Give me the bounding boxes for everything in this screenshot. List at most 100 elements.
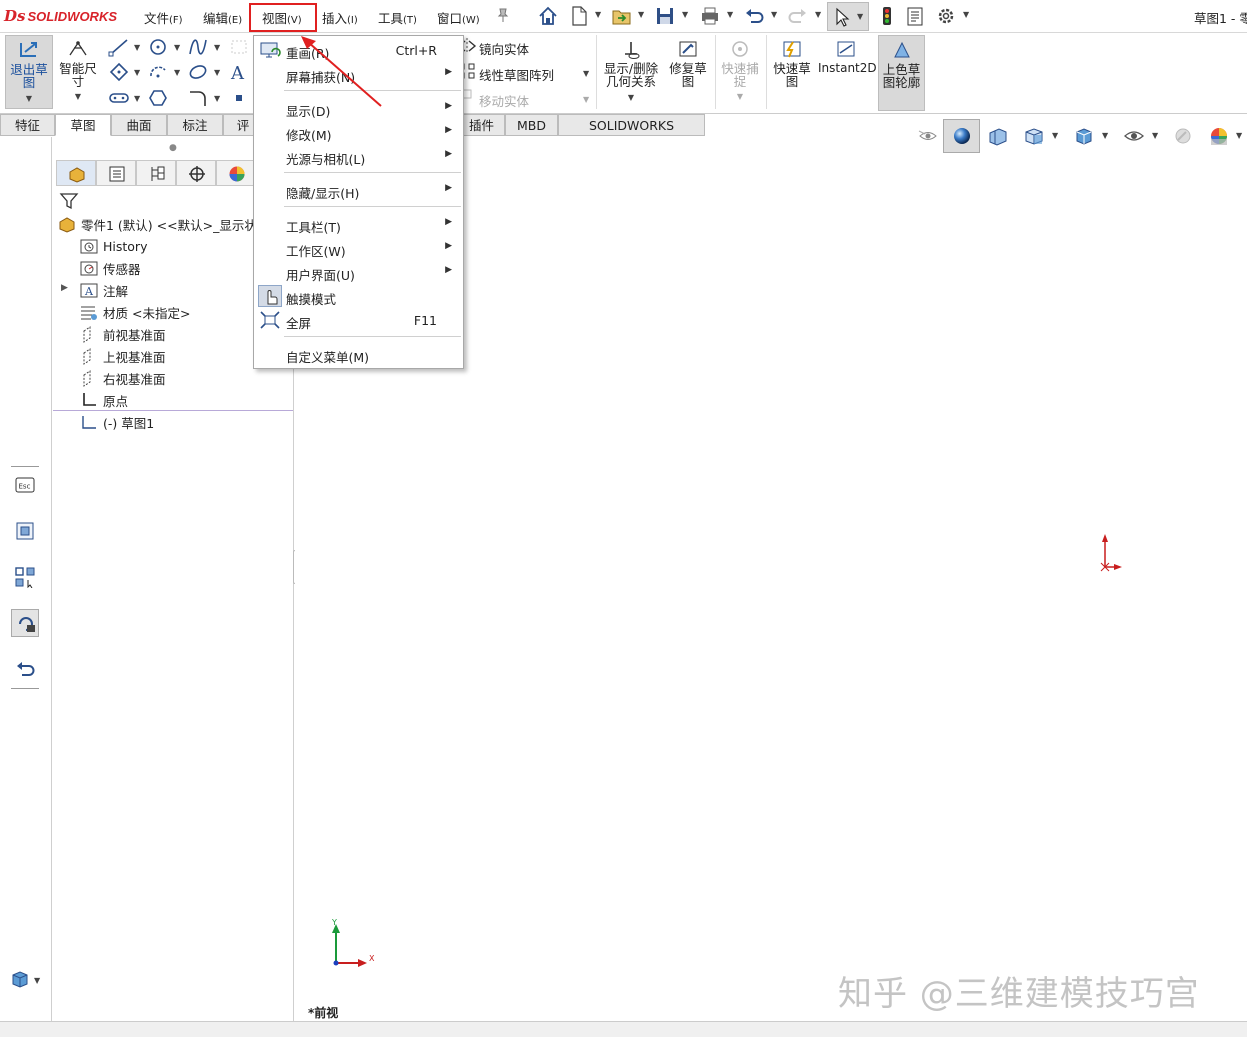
- menu-window[interactable]: 窗口(W): [437, 8, 480, 27]
- view-menu-modify[interactable]: 修改(M) ▶: [254, 121, 463, 143]
- disabled-tool-icon[interactable]: [228, 37, 250, 57]
- propertymanager-tab[interactable]: [96, 160, 136, 186]
- linear-pattern-label[interactable]: 线性草图阵列: [479, 65, 554, 84]
- smart-dimension-button[interactable]: 智能尺寸 ▼: [57, 35, 99, 109]
- tab-addins[interactable]: 插件: [458, 114, 505, 136]
- edit-appearance-icon[interactable]: [1172, 126, 1194, 146]
- repair-sketch-button[interactable]: 修复草图: [666, 35, 710, 109]
- section-view-icon[interactable]: [987, 126, 1009, 146]
- display-style-button[interactable]: [943, 119, 980, 153]
- arc-icon[interactable]: [147, 62, 169, 82]
- ellipse-dropdown-icon[interactable]: ▼: [214, 68, 220, 77]
- menu-insert[interactable]: 插入(I): [322, 8, 358, 27]
- view-menu-touch-mode[interactable]: 触摸模式: [254, 285, 463, 307]
- tree-item-origin[interactable]: 原点: [79, 390, 128, 410]
- circle-dropdown-icon[interactable]: ▼: [174, 43, 180, 52]
- tree-root-part[interactable]: 零件1 (默认) <<默认>_显示状态: [57, 214, 269, 234]
- undo-view-icon[interactable]: [14, 658, 36, 680]
- esc-key-icon[interactable]: Esc: [14, 474, 36, 496]
- view-selector-icon[interactable]: [14, 566, 36, 588]
- tab-solidworks-inspection[interactable]: SOLIDWORKS Inspection: [558, 114, 705, 154]
- tree-item-sketch1[interactable]: (-) 草图1: [79, 412, 154, 432]
- hide-show-eye-small-icon[interactable]: [918, 127, 938, 145]
- menu-tools[interactable]: 工具(T): [378, 8, 417, 27]
- options-gear-icon[interactable]: [935, 5, 957, 27]
- displaymanager-tab[interactable]: [216, 160, 256, 186]
- undo-icon[interactable]: [743, 5, 765, 27]
- tree-item-history[interactable]: History: [79, 236, 147, 256]
- filter-icon[interactable]: [59, 191, 79, 211]
- view-menu-hide-show[interactable]: 隐藏/显示(H) ▶: [254, 179, 463, 201]
- view-menu-toolbars[interactable]: 工具栏(T) ▶: [254, 213, 463, 235]
- view-menu-lights-cameras[interactable]: 光源与相机(L) ▶: [254, 145, 463, 167]
- menu-file[interactable]: 文件(F): [144, 8, 183, 27]
- hide-show-dropdown-icon[interactable]: ▼: [1152, 131, 1158, 140]
- rectangle-icon[interactable]: [108, 62, 130, 82]
- tree-item-top-plane[interactable]: 上视基准面: [79, 346, 166, 366]
- view-menu-user-interface[interactable]: 用户界面(U) ▶: [254, 261, 463, 283]
- text-icon[interactable]: A: [228, 62, 250, 82]
- circle-icon[interactable]: [147, 37, 169, 57]
- slot-icon[interactable]: [108, 88, 130, 108]
- featuremanager-tab[interactable]: [56, 160, 96, 186]
- spline-icon[interactable]: [187, 37, 209, 57]
- rollback-bar[interactable]: [53, 410, 293, 411]
- polygon-icon[interactable]: [147, 88, 169, 108]
- normal-to-view-icon[interactable]: [14, 520, 36, 542]
- tab-sketch[interactable]: 草图: [55, 114, 111, 136]
- view-cube-dropdown-icon[interactable]: ▼: [34, 976, 40, 985]
- tab-markup[interactable]: 标注: [167, 114, 223, 136]
- save-icon[interactable]: [654, 5, 676, 27]
- undo-dropdown-icon[interactable]: ▼: [771, 10, 777, 19]
- arc-dropdown-icon[interactable]: ▼: [174, 68, 180, 77]
- view-menu-workspace[interactable]: 工作区(W) ▶: [254, 237, 463, 259]
- quick-snaps-button[interactable]: 快速捕捉 ▼: [719, 35, 761, 109]
- move-entities-dropdown-icon[interactable]: ▼: [583, 95, 589, 104]
- expand-arrow-icon[interactable]: ▶: [61, 283, 68, 293]
- view-orientation-icon[interactable]: [1023, 126, 1045, 146]
- redo-icon[interactable]: [787, 5, 809, 27]
- linear-pattern-dropdown-icon[interactable]: ▼: [583, 69, 589, 78]
- sketch-fillet-icon[interactable]: [187, 88, 209, 108]
- ellipse-icon[interactable]: [187, 62, 209, 82]
- menu-edit[interactable]: 编辑(E): [203, 8, 242, 27]
- sketch-fillet-dropdown-icon[interactable]: ▼: [214, 94, 220, 103]
- save-dropdown-icon[interactable]: ▼: [682, 10, 688, 19]
- hide-show-items-icon[interactable]: [1123, 126, 1145, 146]
- rectangle-dropdown-icon[interactable]: ▼: [134, 68, 140, 77]
- move-entities-label[interactable]: 移动实体: [479, 91, 529, 110]
- mirror-entities-label[interactable]: 镜向实体: [479, 39, 529, 58]
- point-icon[interactable]: [228, 88, 250, 108]
- spline-dropdown-icon[interactable]: ▼: [214, 43, 220, 52]
- shaded-sketch-contours-button[interactable]: 上色草图轮廓: [878, 35, 925, 111]
- open-dropdown-icon[interactable]: ▼: [638, 10, 644, 19]
- apply-scene-dropdown-icon[interactable]: ▼: [1236, 131, 1242, 140]
- new-document-icon[interactable]: [568, 5, 590, 27]
- new-dropdown-icon[interactable]: ▼: [595, 10, 601, 19]
- tree-item-annotations[interactable]: A 注解: [79, 280, 128, 300]
- print-dropdown-icon[interactable]: ▼: [727, 10, 733, 19]
- configurationmanager-tab[interactable]: [136, 160, 176, 186]
- rapid-sketch-button[interactable]: 快速草图: [770, 35, 814, 109]
- rotate-lock-button[interactable]: [11, 609, 39, 637]
- sketch-origin-icon[interactable]: [1096, 532, 1124, 574]
- solidworks-logo[interactable]: Ds SOLIDWORKS: [4, 6, 117, 26]
- view-orientation-cube-icon[interactable]: [10, 969, 30, 989]
- apply-scene-icon[interactable]: [1208, 125, 1230, 147]
- print-icon[interactable]: [699, 5, 721, 27]
- tab-mbd[interactable]: MBD: [505, 114, 558, 136]
- view-menu-customize-menu[interactable]: 自定义菜单(M): [254, 343, 463, 365]
- file-properties-icon[interactable]: [904, 5, 926, 27]
- line-dropdown-icon[interactable]: ▼: [134, 43, 140, 52]
- home-icon[interactable]: [537, 5, 559, 27]
- display-style-dropdown-icon[interactable]: ▼: [1102, 131, 1108, 140]
- line-icon[interactable]: [108, 37, 130, 57]
- display-delete-relations-button[interactable]: 显示/删除几何关系 ▼: [601, 35, 661, 109]
- display-style-cube-icon[interactable]: [1073, 126, 1095, 146]
- traffic-light-icon[interactable]: [876, 5, 898, 27]
- tab-features[interactable]: 特征: [0, 114, 55, 136]
- slot-dropdown-icon[interactable]: ▼: [134, 94, 140, 103]
- panel-grip-icon[interactable]: ●: [169, 143, 177, 153]
- tab-surfaces[interactable]: 曲面: [111, 114, 167, 136]
- pin-icon[interactable]: [495, 7, 511, 23]
